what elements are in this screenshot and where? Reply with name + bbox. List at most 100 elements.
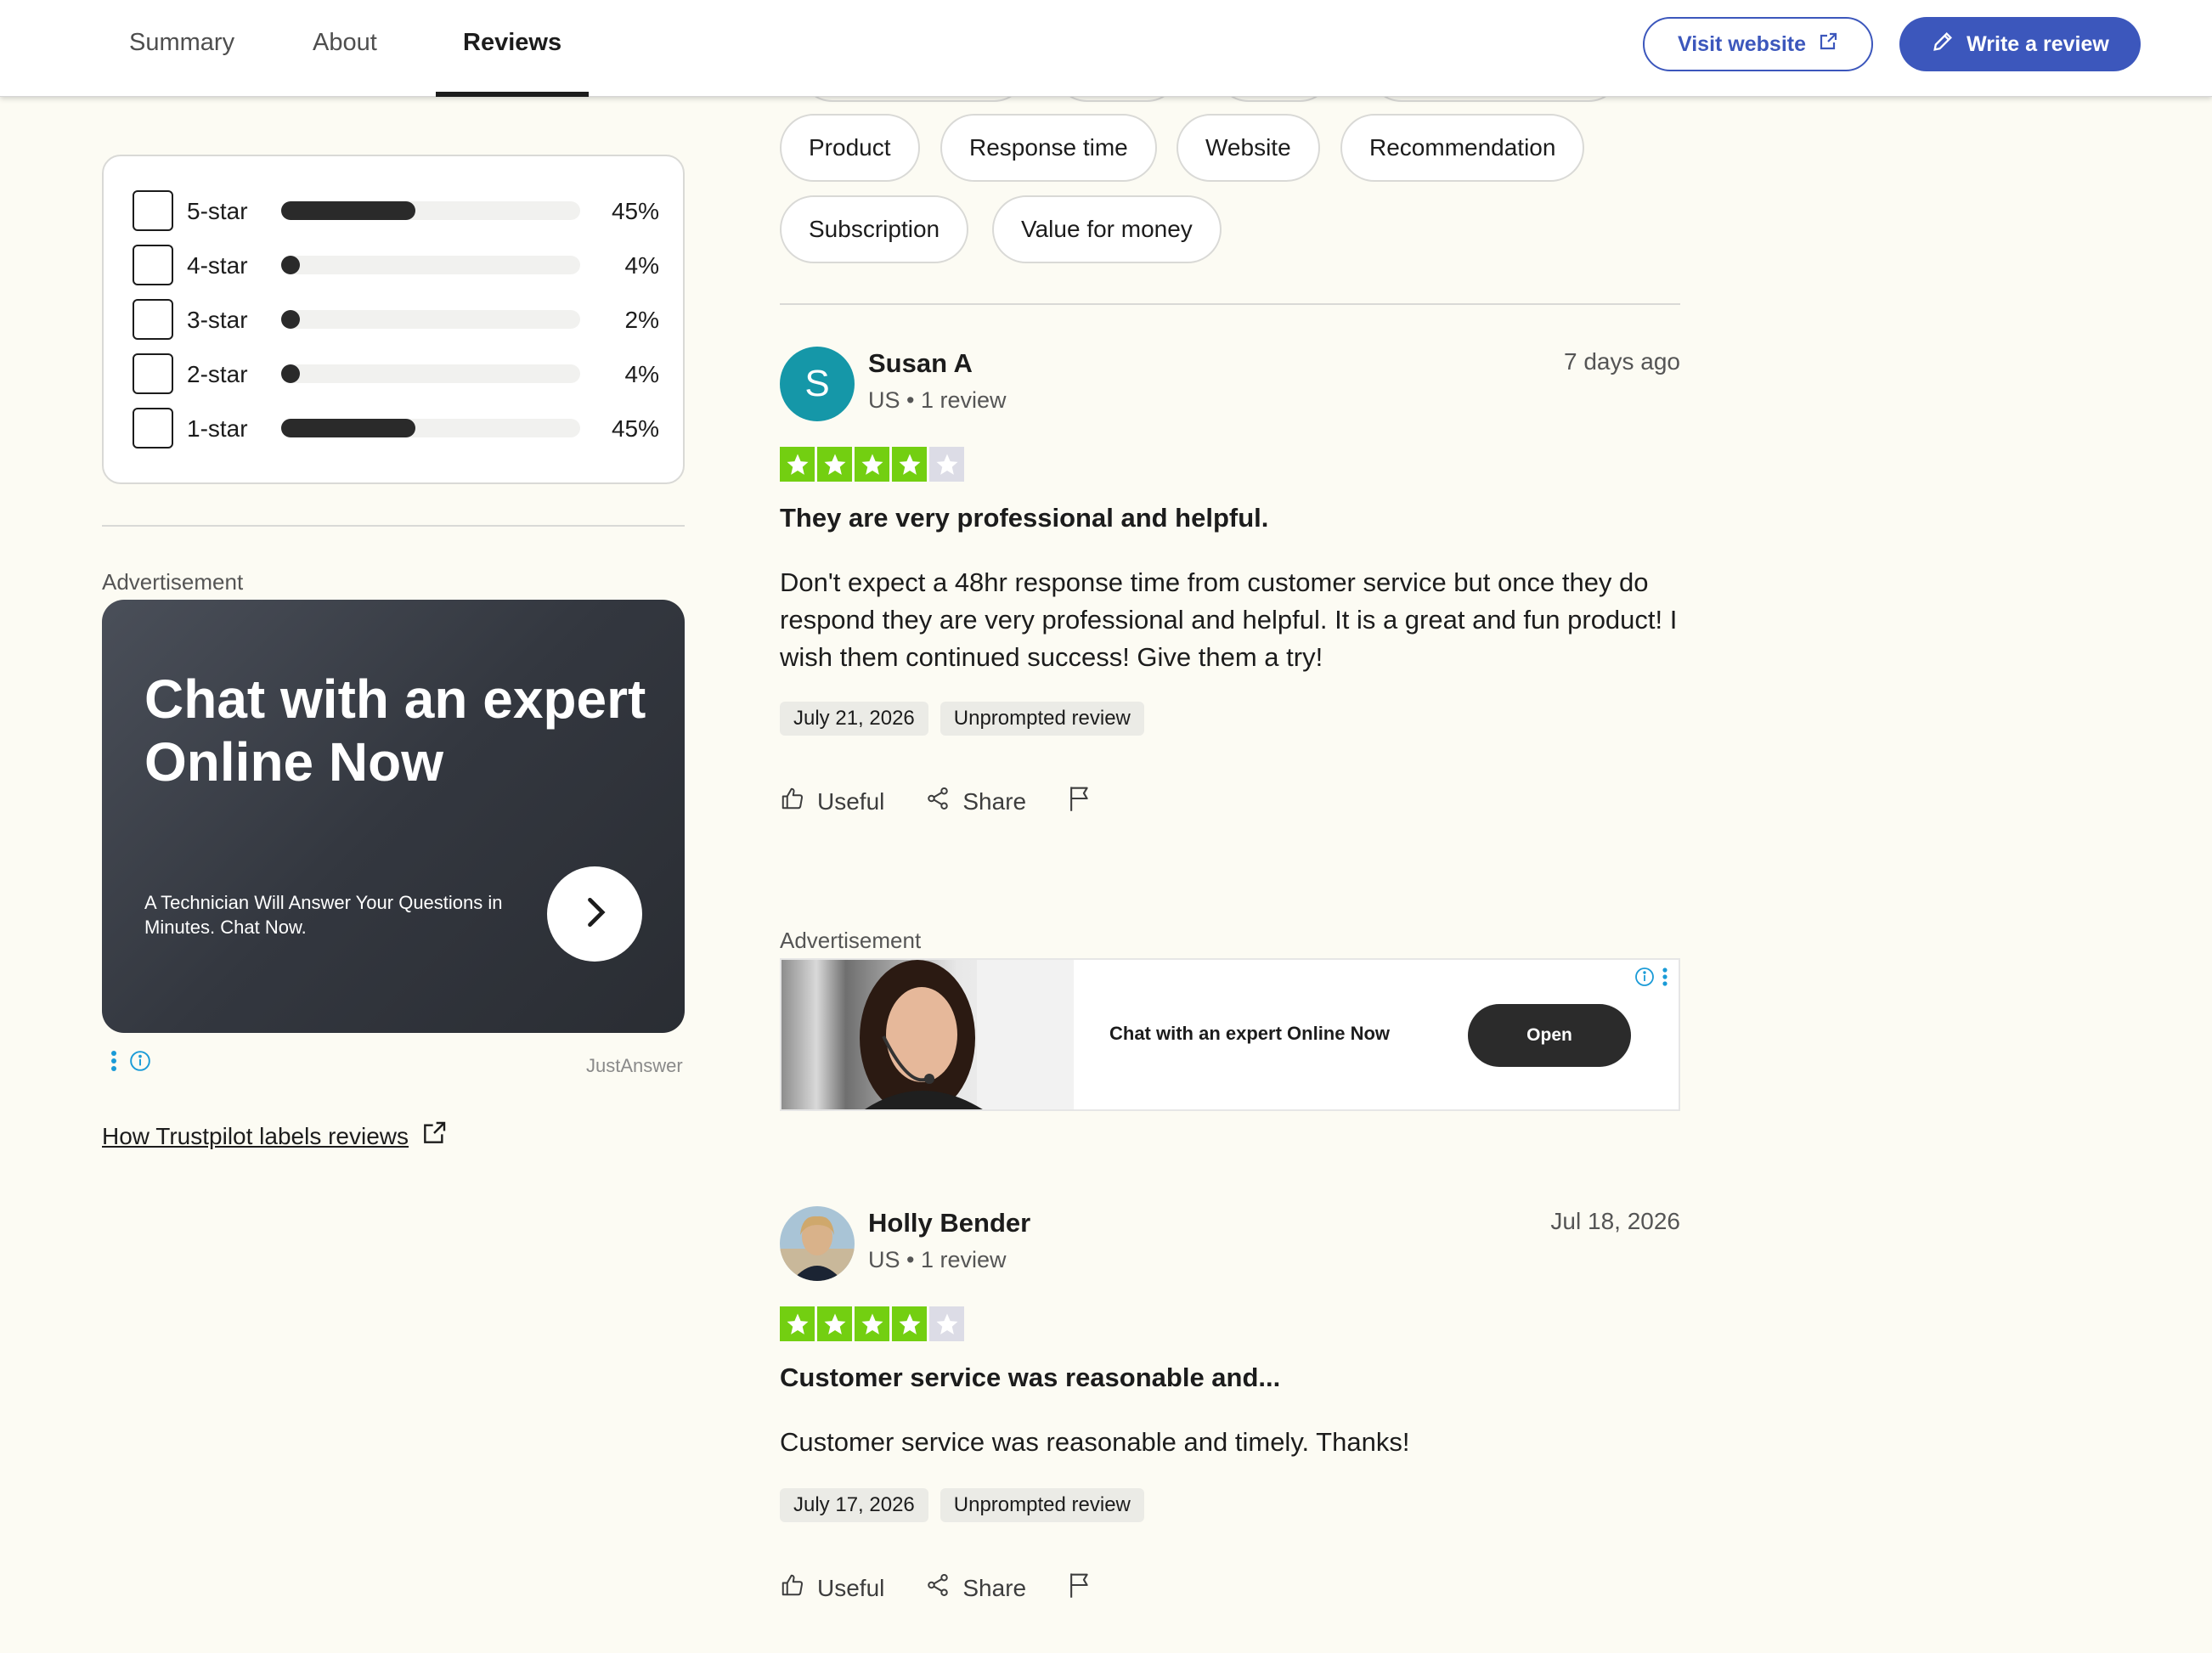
review-card: Holly Bender US • 1 review Jul 18, 2026 … <box>780 1206 1680 1631</box>
useful-button[interactable]: Useful <box>780 786 884 817</box>
inline-ad-controls <box>1634 967 1668 991</box>
topic-chip-website[interactable]: Website <box>1177 114 1320 182</box>
checkbox-1-star[interactable] <box>133 408 173 449</box>
sidebar-ad-card[interactable]: Chat with an expert Online Now A Technic… <box>102 600 685 1033</box>
avatar[interactable]: S <box>780 347 855 421</box>
info-icon[interactable] <box>129 1050 151 1076</box>
rating-label: 4-star <box>187 252 248 279</box>
experience-date-tag: July 21, 2026 <box>780 702 928 736</box>
rating-row-5-star[interactable]: 5-star 45% <box>133 190 659 231</box>
ad-photo <box>782 960 1074 1109</box>
share-button[interactable]: Share <box>925 1572 1026 1604</box>
star-icon <box>817 1306 852 1341</box>
write-review-button[interactable]: Write a review <box>1899 17 2141 71</box>
topic-chip-product[interactable]: Product <box>780 114 920 182</box>
review-actions: Useful Share <box>780 1571 1133 1605</box>
review-title[interactable]: They are very professional and helpful. <box>780 503 1268 533</box>
review-actions: Useful Share <box>780 785 1133 818</box>
labels-link-text: How Trustpilot labels reviews <box>102 1122 409 1149</box>
external-link-icon <box>420 1120 448 1153</box>
rating-bar-track <box>281 364 580 383</box>
topic-chip-subscription[interactable]: Subscription <box>780 195 969 263</box>
share-label: Share <box>962 1574 1027 1601</box>
checkbox-5-star[interactable] <box>133 190 173 231</box>
topic-chip-recommendation[interactable]: Recommendation <box>1340 114 1585 182</box>
rating-row-1-star[interactable]: 1-star 45% <box>133 408 659 449</box>
kebab-menu-icon[interactable] <box>1662 967 1668 991</box>
kebab-menu-icon[interactable] <box>110 1050 117 1076</box>
review-card: S Susan A US • 1 review 7 days ago They … <box>780 347 1680 831</box>
rating-bar-fill <box>281 419 416 437</box>
star-icon <box>855 447 889 482</box>
star-icon <box>929 1306 964 1341</box>
inline-ad-label: Advertisement <box>780 928 922 953</box>
rating-percent: 45% <box>611 415 659 442</box>
useful-label: Useful <box>817 1574 885 1601</box>
star-rating-filter: 5-star 45% 4-star 4% 3-star 2% 2-star 4%… <box>102 155 685 484</box>
star-icon <box>855 1306 889 1341</box>
ad-go-button[interactable] <box>547 866 642 962</box>
checkbox-3-star[interactable] <box>133 299 173 340</box>
checkbox-2-star[interactable] <box>133 353 173 394</box>
report-button[interactable] <box>1067 1571 1092 1605</box>
external-link-icon <box>1818 31 1838 58</box>
review-page-header: Summary About Reviews Visit website Writ… <box>0 0 2212 97</box>
rating-row-2-star[interactable]: 2-star 4% <box>133 353 659 394</box>
visit-website-button[interactable]: Visit website <box>1643 17 1873 71</box>
rating-percent: 2% <box>624 307 659 333</box>
rating-bar-fill <box>281 310 300 329</box>
review-title[interactable]: Customer service was reasonable and... <box>780 1362 1280 1393</box>
sidebar-ad-label: Advertisement <box>102 569 244 595</box>
share-button[interactable]: Share <box>925 786 1026 817</box>
reviewer-name[interactable]: Holly Bender <box>868 1208 1030 1238</box>
chevron-right-icon <box>576 894 613 935</box>
reviewer-meta: US • 1 review <box>868 387 1007 413</box>
useful-button[interactable]: Useful <box>780 1572 884 1604</box>
star-rating <box>780 1306 964 1341</box>
inline-ad-banner[interactable]: Chat with an expert Online Now Open <box>780 958 1680 1111</box>
rating-row-4-star[interactable]: 4-star 4% <box>133 245 659 285</box>
rating-bar-track <box>281 201 580 220</box>
visit-website-label: Visit website <box>1678 31 1806 56</box>
topic-chip-response-time[interactable]: Response time <box>940 114 1157 182</box>
pencil-icon <box>1931 30 1955 59</box>
useful-label: Useful <box>817 787 885 815</box>
checkbox-4-star[interactable] <box>133 245 173 285</box>
report-button[interactable] <box>1067 785 1092 818</box>
rating-row-3-star[interactable]: 3-star 2% <box>133 299 659 340</box>
topic-chip-value-for-money[interactable]: Value for money <box>992 195 1222 263</box>
reviewer-meta: US • 1 review <box>868 1247 1007 1272</box>
review-body: Don't expect a 48hr response time from c… <box>780 567 1678 672</box>
review-tags: July 21, 2026 Unprompted review <box>780 702 1144 736</box>
review-label-tag[interactable]: Unprompted review <box>940 1488 1144 1522</box>
tab-about[interactable]: About <box>313 0 377 97</box>
avatar[interactable] <box>780 1206 855 1281</box>
info-icon[interactable] <box>1634 967 1655 991</box>
rating-bar-track <box>281 256 580 274</box>
rating-bar-track <box>281 419 580 437</box>
how-trustpilot-labels-link[interactable]: How Trustpilot labels reviews <box>102 1120 448 1153</box>
ad-headline: Chat with an expert Online Now <box>144 669 646 793</box>
ad-brand: JustAnswer <box>586 1055 683 1076</box>
review-label-tag[interactable]: Unprompted review <box>940 702 1144 736</box>
reviews-divider <box>780 303 1680 305</box>
star-icon <box>780 1306 815 1341</box>
star-icon <box>780 447 815 482</box>
sidebar-divider <box>102 525 685 527</box>
inline-ad-open-button[interactable]: Open <box>1468 1004 1631 1067</box>
reviewer-name[interactable]: Susan A <box>868 348 973 379</box>
thumbs-up-icon <box>780 786 805 817</box>
rating-label: 1-star <box>187 415 248 442</box>
review-date: 7 days ago <box>1564 348 1680 375</box>
star-icon <box>929 447 964 482</box>
rating-bar-fill <box>281 256 300 274</box>
rating-bar-fill <box>281 364 300 383</box>
rating-percent: 45% <box>611 198 659 224</box>
star-icon <box>892 1306 927 1341</box>
rating-percent: 4% <box>624 361 659 387</box>
tab-summary[interactable]: Summary <box>129 0 234 97</box>
experience-date-tag: July 17, 2026 <box>780 1488 928 1522</box>
rating-percent: 4% <box>624 252 659 279</box>
rating-bar-track <box>281 310 580 329</box>
tab-reviews[interactable]: Reviews <box>435 0 590 97</box>
